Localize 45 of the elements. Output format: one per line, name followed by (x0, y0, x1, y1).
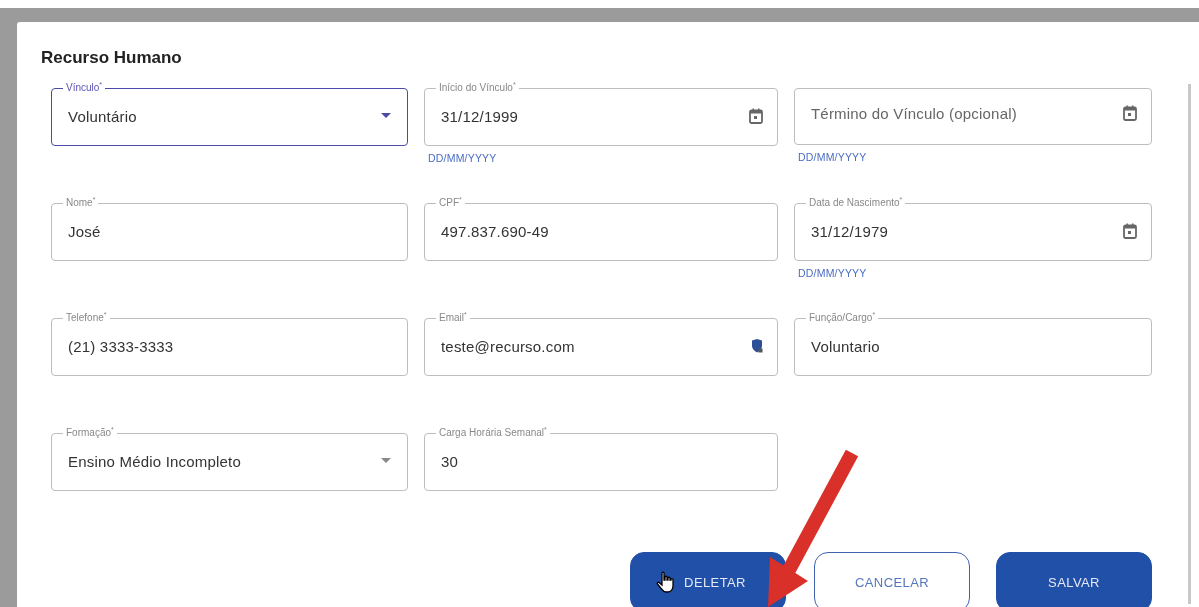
field-input[interactable]: José (68, 209, 393, 253)
field-input[interactable]: Voluntário (68, 94, 381, 138)
date-field[interactable]: Início do Vínculo$^{*}$ 31/12/1999 (424, 82, 778, 146)
field-label: CPF$^{*}$ (438, 197, 463, 209)
field-label: Nome$^{*}$ (65, 197, 97, 209)
text-field[interactable]: Carga Horária Semanal$^{*}$ 30 (424, 427, 778, 491)
date-field[interactable]: Data de Nascimento$^{*}$ 31/12/1979 (794, 197, 1152, 261)
shield-icon[interactable] (752, 339, 763, 353)
text-field[interactable]: Telefone$^{*}$ (21) 3333-3333 (51, 312, 408, 376)
field-label: Carga Horária Semanal$^{*}$ (438, 427, 548, 439)
dropdown-caret-icon[interactable] (381, 113, 391, 119)
field-input[interactable]: 497.837.690-49 (441, 209, 763, 253)
field-label: Data de Nascimento$^{*}$ (808, 197, 904, 209)
field-input[interactable]: Voluntario (811, 324, 1137, 368)
calendar-icon[interactable] (1123, 105, 1137, 121)
field-label: Função/Cargo$^{*}$ (808, 312, 877, 324)
format-hint: DD/MM/YYYY (798, 267, 867, 279)
action-button[interactable]: SALVAR (996, 552, 1152, 607)
date-field[interactable]: Término do Vínculo (opcional) (794, 88, 1152, 145)
field-label: Email$^{*}$ (438, 312, 468, 324)
dropdown-field[interactable]: Vínculo$^{*}$ Voluntário (51, 82, 408, 146)
format-hint: DD/MM/YYYY (428, 152, 497, 164)
calendar-icon[interactable] (749, 108, 763, 124)
field-label: Formação$^{*}$ (65, 427, 115, 439)
text-field[interactable]: CPF$^{*}$ 497.837.690-49 (424, 197, 778, 261)
field-input[interactable]: 31/12/1979 (811, 209, 1123, 253)
dropdown-caret-icon[interactable] (381, 458, 391, 464)
field-input[interactable]: Término do Vínculo (opcional) (811, 89, 1123, 137)
field-label: Telefone$^{*}$ (65, 312, 108, 324)
field-input[interactable]: 30 (441, 439, 763, 483)
text-field[interactable]: Email$^{*}$ teste@recurso.com (424, 312, 778, 376)
dialog-title: Recurso Humano (41, 48, 183, 68)
field-label: Vínculo$^{*}$ (65, 82, 104, 94)
text-field[interactable]: Função/Cargo$^{*}$ Voluntario (794, 312, 1152, 376)
field-input[interactable]: teste@recurso.com (441, 324, 752, 368)
scrollbar[interactable] (1188, 84, 1191, 604)
cancel-button[interactable]: CANCELAR (814, 552, 970, 607)
format-hint: DD/MM/YYYY (798, 151, 867, 163)
field-input[interactable]: 31/12/1999 (441, 94, 749, 138)
field-label: Início do Vínculo$^{*}$ (438, 82, 517, 94)
calendar-icon[interactable] (1123, 223, 1137, 239)
field-input[interactable]: Ensino Médio Incompleto (68, 439, 381, 483)
field-input[interactable]: (21) 3333-3333 (68, 324, 393, 368)
text-field[interactable]: Nome$^{*}$ José (51, 197, 408, 261)
dropdown-field[interactable]: Formação$^{*}$ Ensino Médio Incompleto (51, 427, 408, 491)
